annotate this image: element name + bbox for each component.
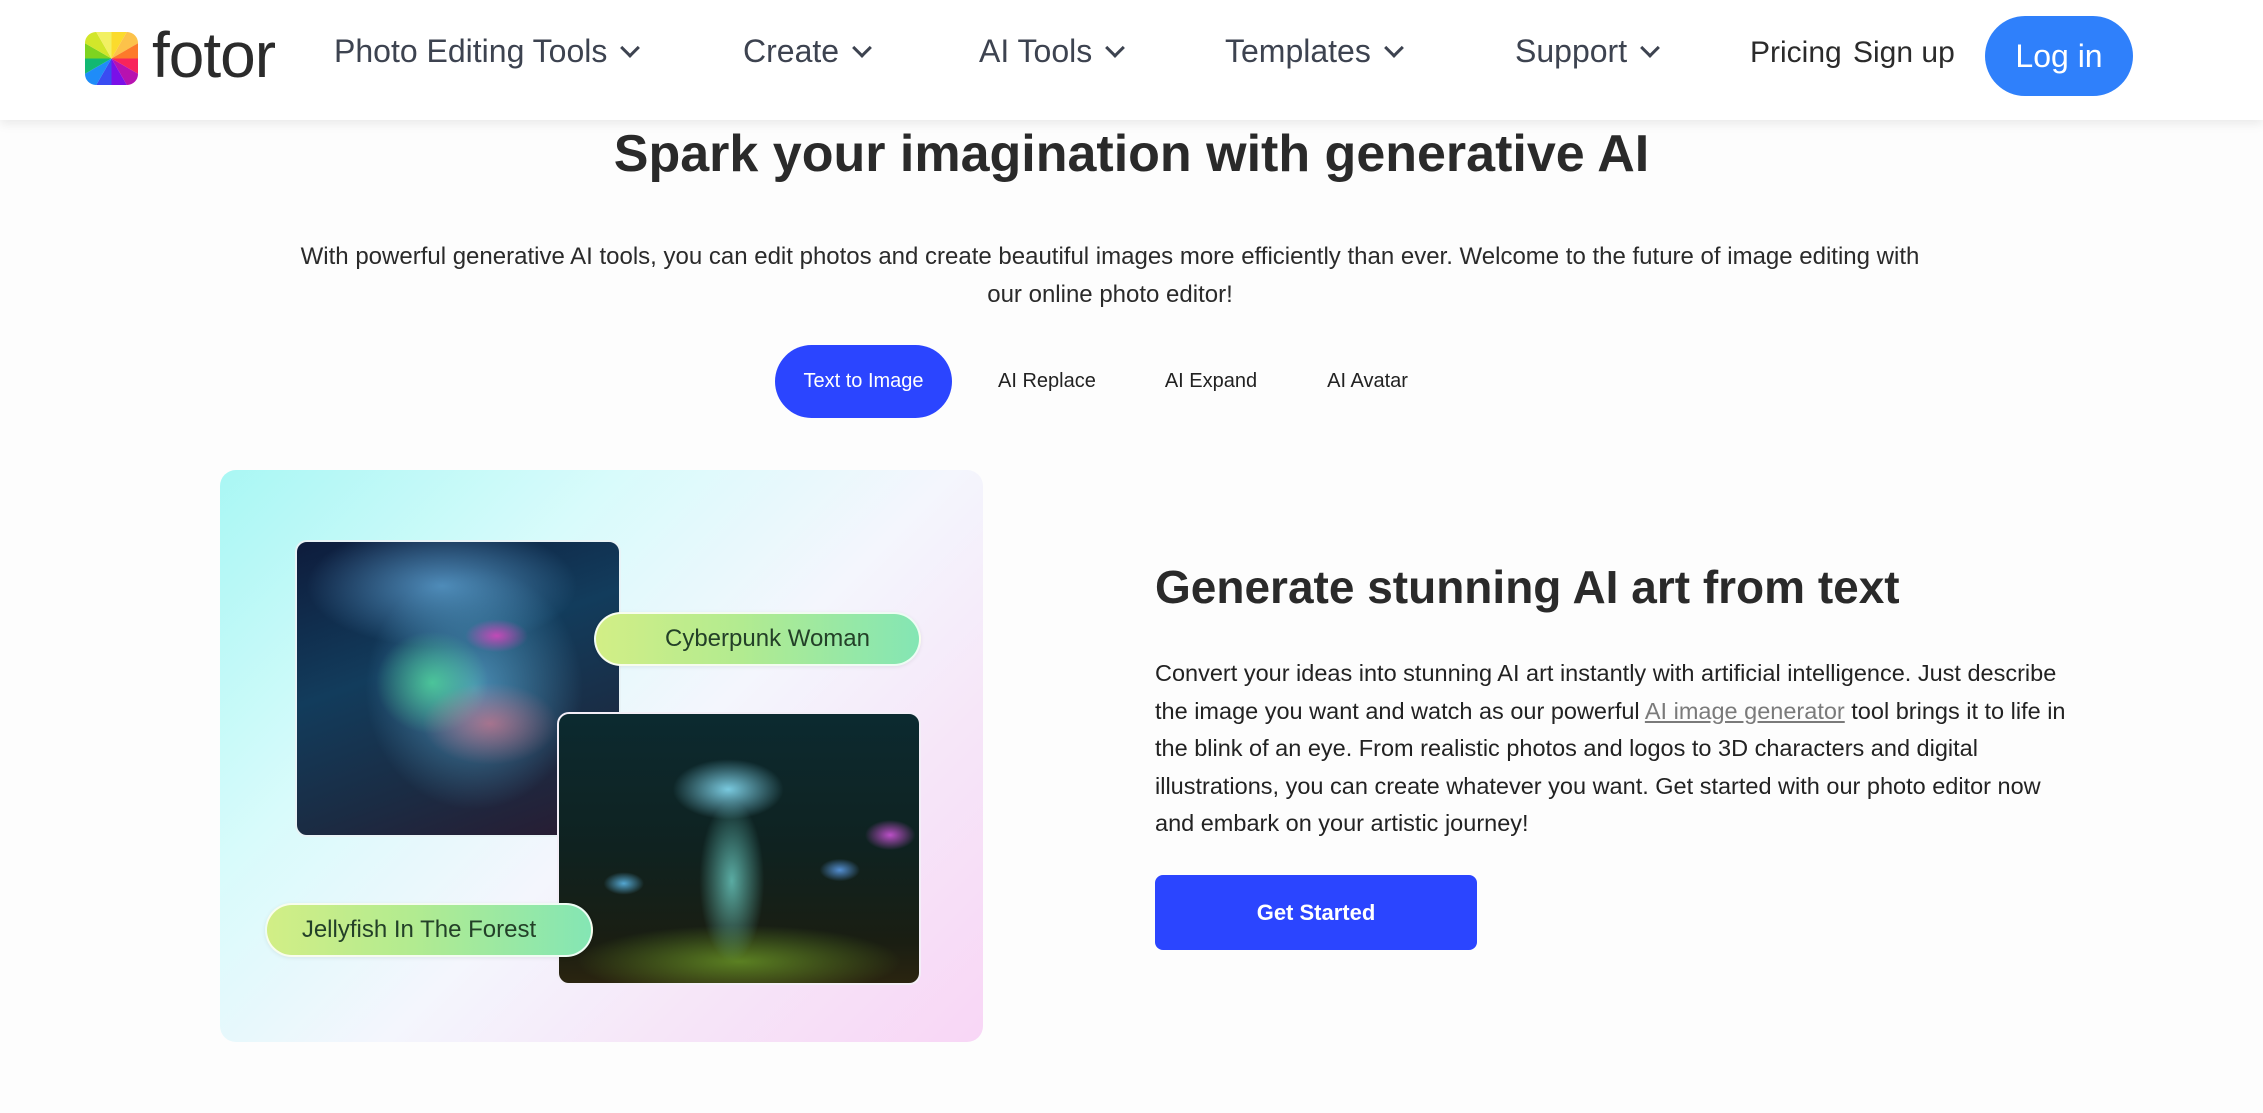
- nav-templates[interactable]: Templates: [1225, 33, 1404, 70]
- nav-photo-editing-tools[interactable]: Photo Editing Tools: [334, 33, 641, 70]
- tab-ai-avatar[interactable]: AI Avatar: [1327, 345, 1408, 418]
- nav-label: AI Tools: [979, 33, 1093, 69]
- jellyfish-forest-image: [557, 712, 921, 985]
- image-label: Cyberpunk Woman: [665, 625, 870, 652]
- nav-label: Create: [743, 33, 840, 69]
- nav-label: Photo Editing Tools: [334, 33, 608, 69]
- site-header: fotor Photo Editing Tools Create AI Tool…: [0, 0, 2263, 120]
- feature-description: Convert your ideas into stunning AI art …: [1155, 655, 2075, 843]
- feature-title: Generate stunning AI art from text: [1155, 561, 1900, 613]
- get-started-button[interactable]: Get Started: [1155, 875, 1477, 950]
- tab-ai-expand[interactable]: AI Expand: [1165, 345, 1257, 418]
- fotor-logo[interactable]: fotor: [85, 23, 276, 87]
- hero-title: Spark your imagination with generative A…: [613, 125, 1650, 183]
- logo-text: fotor: [152, 19, 276, 91]
- hero-subtitle: With powerful generative AI tools, you c…: [300, 243, 1920, 308]
- chevron-down-icon: [852, 37, 872, 58]
- chevron-down-icon: [620, 37, 641, 58]
- image-label: Jellyfish In The Forest: [301, 916, 537, 943]
- nav-support[interactable]: Support: [1515, 33, 1660, 70]
- chevron-down-icon: [1383, 37, 1404, 58]
- nav-create[interactable]: Create: [743, 33, 872, 70]
- tab-text-to-image[interactable]: Text to Image: [775, 345, 952, 418]
- chevron-down-icon: [1105, 37, 1126, 58]
- sign-up-link[interactable]: Sign up: [1853, 36, 1955, 70]
- chevron-down-icon: [1640, 37, 1660, 58]
- nav-ai-tools[interactable]: AI Tools: [979, 33, 1126, 70]
- nav-label: Templates: [1225, 33, 1371, 69]
- ai-image-generator-link[interactable]: AI image generator: [1645, 698, 1845, 724]
- image-label-chip: Jellyfish In The Forest: [265, 903, 593, 957]
- login-button[interactable]: Log in: [1985, 16, 2133, 96]
- nav-label: Support: [1515, 33, 1628, 69]
- tab-ai-replace[interactable]: AI Replace: [998, 345, 1096, 418]
- nav-pricing-link[interactable]: Pricing: [1750, 36, 1842, 70]
- feature-tabs: Text to Image AI Replace AI Expand AI Av…: [775, 345, 1408, 418]
- image-label-chip: Cyberpunk Woman: [594, 612, 921, 666]
- color-wheel-logo-icon: [85, 31, 138, 85]
- showcase-panel: Cyberpunk Woman Jellyfish In The Forest: [220, 470, 983, 1042]
